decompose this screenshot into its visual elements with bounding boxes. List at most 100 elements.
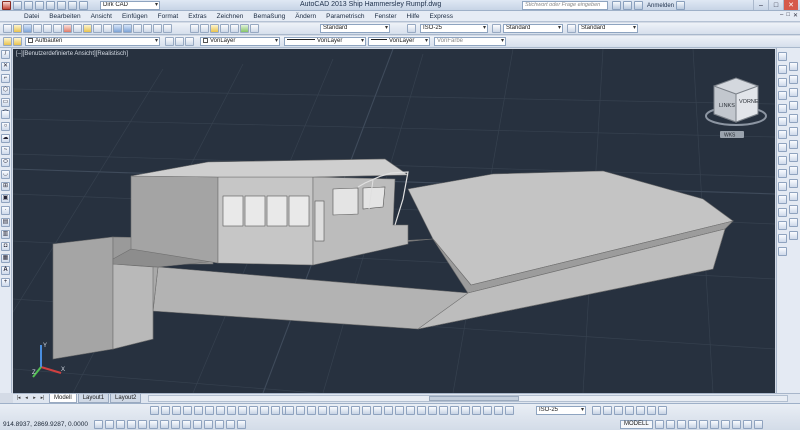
markup-icon[interactable]: [230, 24, 239, 33]
tab-layout2[interactable]: Layout2: [110, 394, 142, 403]
menu-einfuegen[interactable]: Einfügen: [122, 13, 148, 20]
mleader-icon[interactable]: [567, 24, 576, 33]
infer-constraints-icon[interactable]: [94, 420, 103, 429]
maximize-button[interactable]: □: [768, 0, 783, 10]
help-icon[interactable]: [676, 1, 686, 10]
zoom-previous-icon[interactable]: [163, 24, 172, 33]
close-button[interactable]: ✕: [783, 0, 798, 10]
dim-linear-icon[interactable]: [789, 62, 799, 71]
login-label[interactable]: Anmelden: [647, 3, 674, 9]
plotstyle-dropdown[interactable]: VonFarbe: [434, 37, 506, 46]
preview-icon[interactable]: [43, 24, 52, 33]
sc-icon[interactable]: [237, 420, 246, 429]
region-icon[interactable]: ◘: [1, 242, 10, 251]
user-icon[interactable]: [634, 1, 643, 10]
stretch-icon[interactable]: [777, 156, 787, 165]
dim-angular-icon[interactable]: [789, 153, 799, 162]
ucs-view-icon[interactable]: [417, 406, 426, 415]
menu-datei[interactable]: Datei: [24, 13, 39, 20]
revcloud-icon[interactable]: ☁: [1, 134, 10, 143]
design-center-icon[interactable]: [200, 24, 209, 33]
hatch-icon[interactable]: ▤: [1, 218, 10, 227]
quick-properties-icon[interactable]: [271, 406, 280, 415]
mtext-icon[interactable]: A: [1, 266, 10, 275]
annotation-scale-status-icon[interactable]: [721, 420, 730, 429]
ucs-3point-icon[interactable]: [450, 406, 459, 415]
table-icon[interactable]: ▦: [1, 254, 10, 263]
dim-arc-icon[interactable]: [789, 88, 799, 97]
camera-icon[interactable]: [307, 406, 316, 415]
osnap-icon[interactable]: [149, 420, 158, 429]
orbit-icon[interactable]: [285, 406, 294, 415]
layer-manager-icon[interactable]: [3, 37, 12, 46]
point-icon[interactable]: ·: [1, 206, 10, 215]
polygon-icon[interactable]: ⬡: [1, 86, 10, 95]
menu-express[interactable]: Express: [430, 13, 453, 20]
spline-icon[interactable]: ~: [1, 146, 10, 155]
menu-format[interactable]: Format: [158, 13, 179, 20]
layer-iso-icon[interactable]: [185, 37, 194, 46]
previous-tab-button[interactable]: ◂: [23, 395, 30, 402]
lock-icon[interactable]: [625, 406, 634, 415]
workspace-status-icon[interactable]: [732, 420, 741, 429]
rotate-icon[interactable]: [777, 130, 787, 139]
help-tool-icon[interactable]: [250, 24, 259, 33]
ucs-z-rotate-icon[interactable]: [483, 406, 492, 415]
mleader-style-dropdown[interactable]: Standard: [578, 24, 638, 33]
isolate-objects-icon[interactable]: [647, 406, 656, 415]
block-editor-icon[interactable]: [103, 24, 112, 33]
ucs-apply-icon[interactable]: [494, 406, 503, 415]
dynamic-ucs-icon[interactable]: [227, 406, 236, 415]
make-block-icon[interactable]: ▣: [1, 194, 10, 203]
ucs-object-icon[interactable]: [406, 406, 415, 415]
offset-icon[interactable]: [777, 91, 787, 100]
dim-baseline-icon[interactable]: [789, 179, 799, 188]
save-tool-icon[interactable]: [23, 24, 32, 33]
make-current-icon[interactable]: [165, 37, 174, 46]
ucs-origin-icon[interactable]: [428, 406, 437, 415]
open-icon[interactable]: [13, 24, 22, 33]
paste-icon[interactable]: [83, 24, 92, 33]
menu-ansicht[interactable]: Ansicht: [91, 13, 112, 20]
fly-icon[interactable]: [362, 406, 371, 415]
next-tab-button[interactable]: ▸: [31, 395, 38, 402]
ducs-icon[interactable]: [182, 420, 191, 429]
undo-tool-icon[interactable]: [113, 24, 122, 33]
fillet-icon[interactable]: [777, 234, 787, 243]
dim-aligned-icon[interactable]: [789, 75, 799, 84]
search-icon[interactable]: [612, 1, 621, 10]
undo-icon[interactable]: [68, 1, 77, 10]
ucs-y-rotate-icon[interactable]: [472, 406, 481, 415]
last-tab-button[interactable]: ▸|: [39, 395, 46, 402]
fullscreen-icon[interactable]: [754, 420, 763, 429]
3dosnap-icon[interactable]: [160, 420, 169, 429]
clean-screen-icon[interactable]: [658, 406, 667, 415]
save-icon[interactable]: [35, 1, 44, 10]
menu-hilfe[interactable]: Hilfe: [407, 13, 420, 20]
workspace-dropdown[interactable]: Dirk CAD: [100, 1, 160, 10]
menu-zeichnen[interactable]: Zeichnen: [217, 13, 244, 20]
dim-jogged-icon[interactable]: [789, 127, 799, 136]
extend-icon[interactable]: [777, 182, 787, 191]
ellipse-arc-icon[interactable]: ◡: [1, 170, 10, 179]
calculator-icon[interactable]: [240, 24, 249, 33]
tolerance-icon[interactable]: [789, 205, 799, 214]
quick-dim-icon[interactable]: [789, 166, 799, 175]
menu-fenster[interactable]: Fenster: [374, 13, 396, 20]
center-mark-icon[interactable]: [789, 218, 799, 227]
move-icon[interactable]: [777, 117, 787, 126]
xline-icon[interactable]: ✕: [1, 62, 10, 71]
grid-icon[interactable]: [116, 420, 125, 429]
ucs-zaxis-icon[interactable]: [439, 406, 448, 415]
model-viewport[interactable]: LINKS VORNE WKS Y X Z [–][Benutzerdefini…: [13, 49, 775, 393]
steering-wheel-icon[interactable]: [699, 420, 708, 429]
object-snap-icon[interactable]: [194, 406, 203, 415]
lwt-icon[interactable]: [204, 420, 213, 429]
redo-icon[interactable]: [79, 1, 88, 10]
dynamic-input-icon[interactable]: [238, 406, 247, 415]
transparency-icon[interactable]: [260, 406, 269, 415]
pan-icon[interactable]: [133, 24, 142, 33]
ucs-world-icon[interactable]: [373, 406, 382, 415]
snap-icon[interactable]: [105, 420, 114, 429]
arc-icon[interactable]: ⌒: [1, 110, 10, 119]
